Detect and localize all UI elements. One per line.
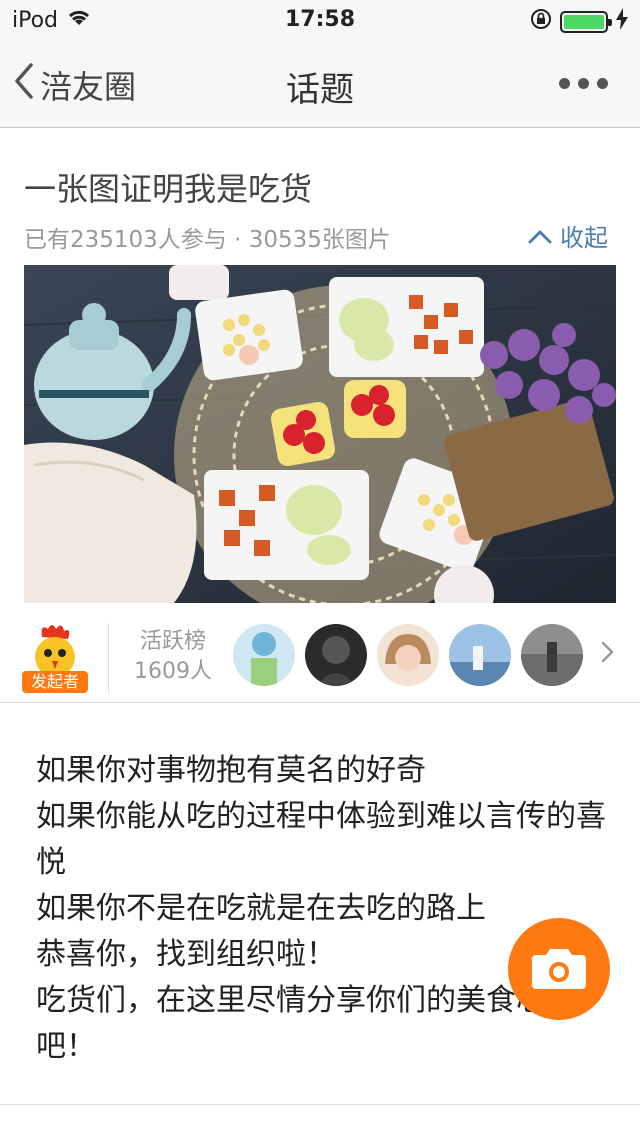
topic-cover-image[interactable] <box>24 265 616 603</box>
avatar[interactable] <box>521 624 583 686</box>
active-users-avatars <box>233 624 583 686</box>
description-line: 如果你能从吃的过程中体验到难以言传的喜悦 <box>36 799 606 880</box>
collapse-label: 收起 <box>560 224 608 252</box>
status-right <box>530 8 628 36</box>
topic-stats: 已有235103人参与 · 30535张图片 <box>24 227 391 253</box>
bottom-divider <box>0 1104 640 1105</box>
active-ranking-button[interactable]: 活跃榜 1609人 <box>118 627 228 687</box>
vertical-divider <box>108 623 109 693</box>
initiator-avatar[interactable]: 发起者 <box>22 623 88 693</box>
description-line: 如果你对事物抱有莫名的好奇 <box>36 753 426 788</box>
avatar[interactable] <box>377 624 439 686</box>
chevron-right-icon[interactable] <box>596 641 618 663</box>
battery-indicator <box>560 11 612 33</box>
more-dots-icon[interactable] <box>559 78 608 89</box>
battery-fill <box>564 15 604 29</box>
nav-bar: 涪友圈 话题 <box>0 40 640 128</box>
activity-row: 发起者 活跃榜 1609人 <box>0 603 640 703</box>
rotation-lock-icon <box>530 8 552 36</box>
camera-icon <box>532 945 586 993</box>
chevron-up-icon <box>528 222 552 250</box>
camera-button[interactable] <box>508 918 610 1020</box>
avatar[interactable] <box>449 624 511 686</box>
page-title: 话题 <box>286 70 354 110</box>
initiator-badge: 发起者 <box>22 671 88 693</box>
rank-count: 1609人 <box>134 659 212 684</box>
status-bar: iPod 17:58 <box>0 0 640 40</box>
collapse-button[interactable]: 收起 <box>528 218 608 253</box>
topic-title: 一张图证明我是吃货 <box>24 170 313 208</box>
rank-title: 活跃榜 <box>139 629 206 654</box>
charging-bolt-icon <box>616 8 628 36</box>
avatar[interactable] <box>305 624 367 686</box>
topic-description: 如果你对事物抱有莫名的好奇 如果你能从吃的过程中体验到难以言传的喜悦 如果你不是… <box>36 748 626 1070</box>
avatar[interactable] <box>233 624 295 686</box>
